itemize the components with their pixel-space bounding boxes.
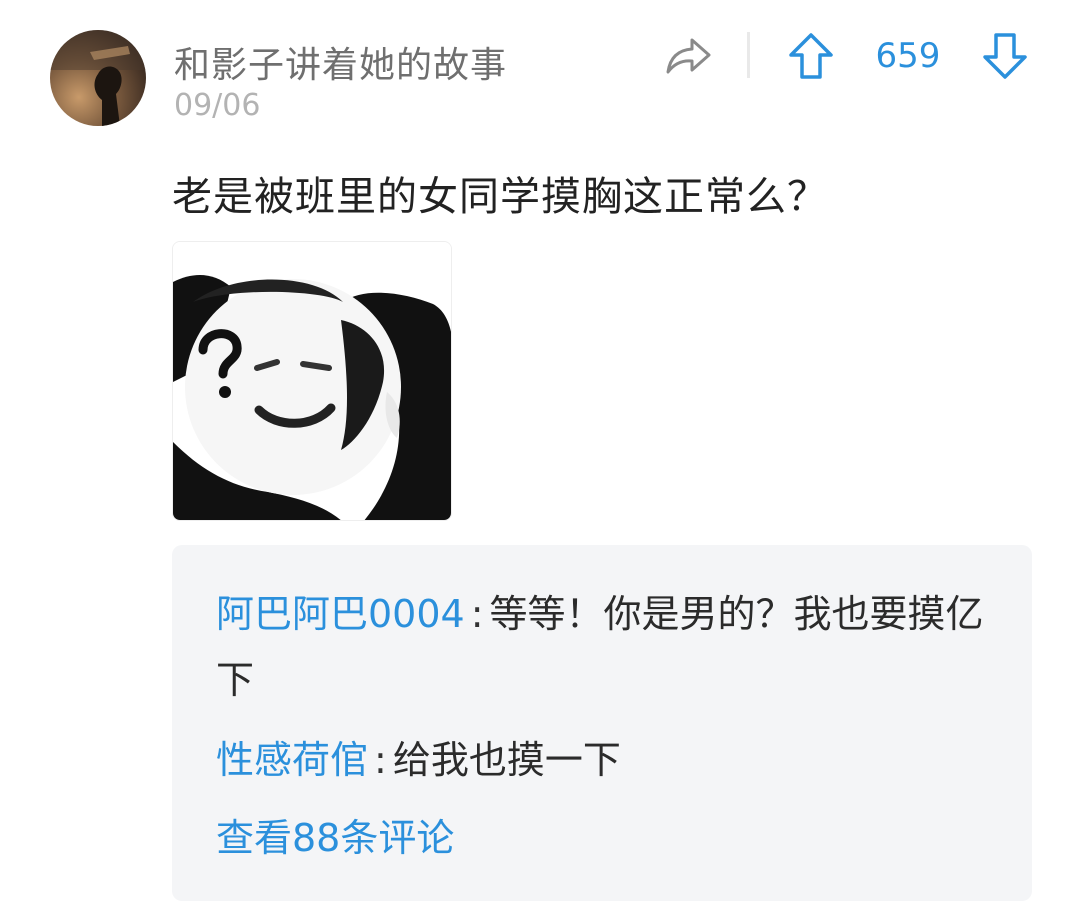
comment-author[interactable]: 阿巴阿巴0004 [216,592,465,636]
avatar-silhouette [50,30,146,126]
comment-text: 给我也摸一下 [392,738,621,782]
comment-separator: : [374,738,387,782]
upvote-button[interactable] [788,32,834,80]
downvote-button[interactable] [982,32,1028,80]
comments-preview: 阿巴阿巴0004: 等等！你是男的？我也要摸亿下 性感荷倌: 给我也摸一下 查看88… [172,545,1032,901]
vote-count: 659 [875,36,941,76]
arrow-up-icon [789,33,833,79]
share-icon [666,38,711,74]
view-all-comments-link[interactable]: 查看88条评论 [216,807,454,862]
action-divider [747,32,750,78]
share-button[interactable] [664,34,712,78]
meme-face-image [173,242,451,520]
post-text: 老是被班里的女同学摸胸这正常么？ [172,174,828,220]
comment-item: 阿巴阿巴0004: 等等！你是男的？我也要摸亿下 [216,581,996,713]
arrow-down-icon [983,33,1027,79]
post-date: 09/06 [174,88,261,123]
comment-separator: : [470,592,484,636]
author-name[interactable]: 和影子讲着她的故事 [174,36,507,88]
post-image[interactable] [172,241,452,521]
avatar[interactable] [50,30,146,126]
comment-author[interactable]: 性感荷倌 [216,738,368,782]
comment-item: 性感荷倌: 给我也摸一下 [216,727,996,793]
